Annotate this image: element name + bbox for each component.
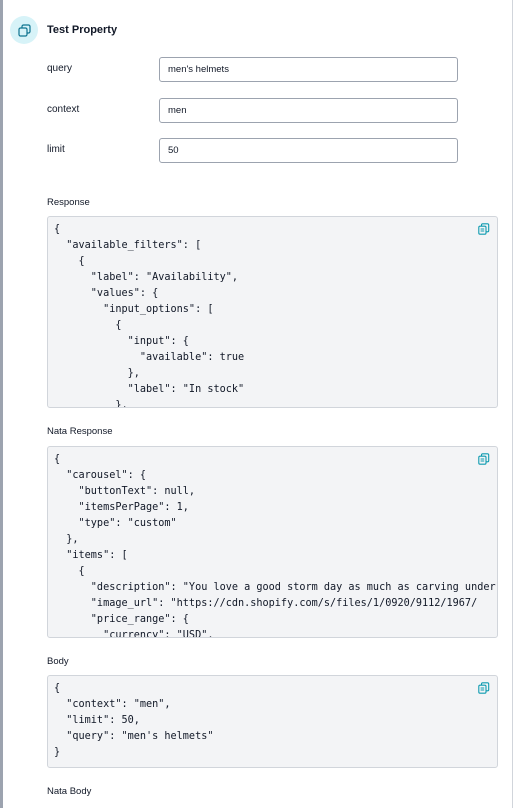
query-field-row: query [47,57,458,82]
limit-input[interactable] [159,138,458,163]
copy-body-button[interactable] [477,681,491,695]
limit-label: limit [47,144,65,155]
context-field-row: context [47,98,458,123]
response-code-block[interactable]: { "available_filters": [ { "label": "Ava… [47,216,498,408]
context-label: context [47,104,80,115]
page-title: Test Property [47,24,118,36]
left-edge-strip [0,0,3,808]
copy-icon [478,223,490,235]
limit-field-row: limit [47,138,458,163]
query-label: query [47,63,73,74]
response-code: { "available_filters": [ { "label": "Ava… [54,224,245,408]
query-input[interactable] [159,57,458,82]
body-label: Body [47,656,69,667]
copy-icon [478,682,490,694]
panel-header: Test Property [10,15,117,45]
nata-body-label: Nata Body [47,786,92,797]
nata-response-code-block[interactable]: { "carousel": { "buttonText": null, "ite… [47,446,498,638]
response-label: Response [47,197,90,208]
context-input[interactable] [159,98,458,123]
body-code-block[interactable]: { "context": "men", "limit": 50, "query"… [47,675,498,768]
copy-icon [10,16,38,44]
copy-nata-response-button[interactable] [477,452,491,466]
copy-icon [478,453,490,465]
nata-response-label: Nata Response [47,426,113,437]
nata-response-code: { "carousel": { "buttonText": null, "ite… [54,454,496,638]
copy-response-button[interactable] [477,222,491,236]
body-code: { "context": "men", "limit": 50, "query"… [54,683,214,758]
